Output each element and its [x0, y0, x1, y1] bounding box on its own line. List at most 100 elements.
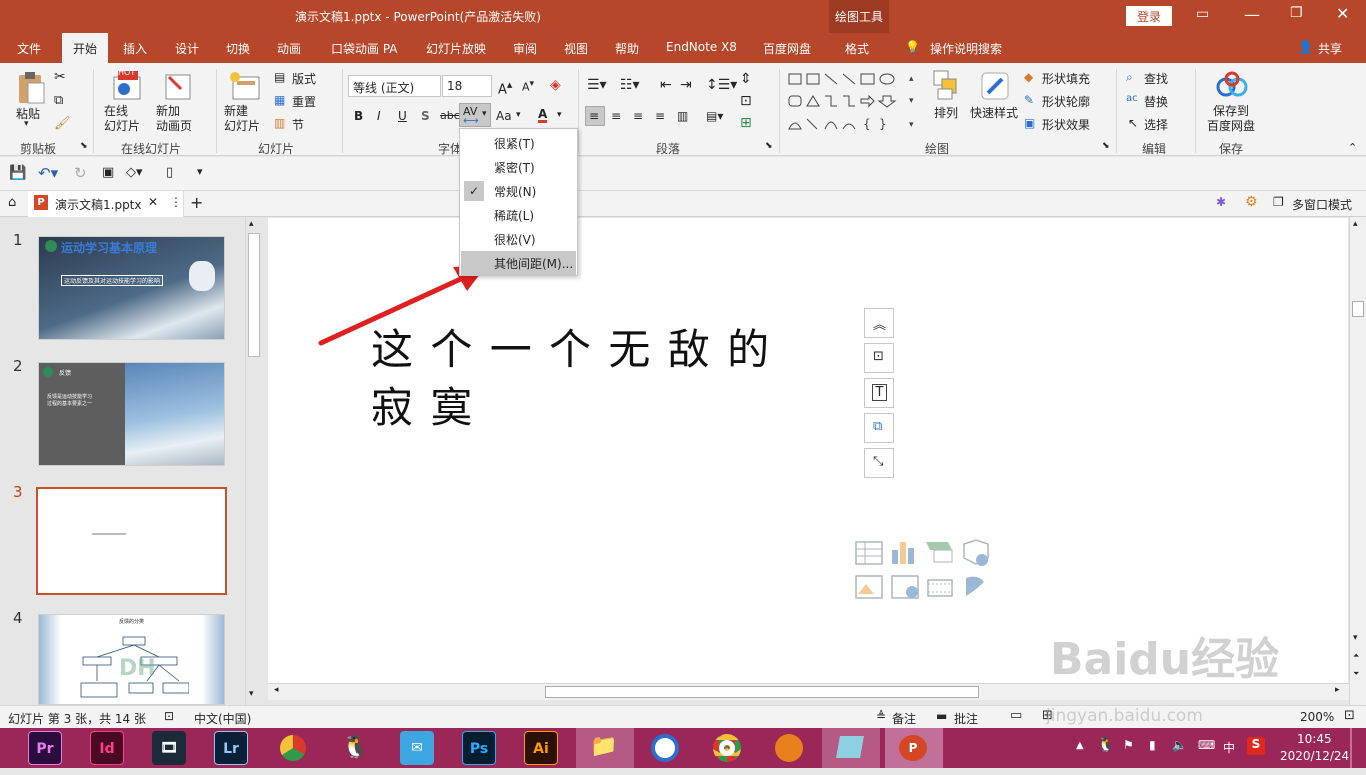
- new-animation-page-button[interactable]: 新加 动画页: [156, 104, 192, 134]
- minimize-icon[interactable]: —: [1244, 5, 1260, 24]
- ribbon-display-icon[interactable]: ▭: [1196, 6, 1209, 22]
- ime-mode[interactable]: 中: [1223, 739, 1235, 756]
- home-icon[interactable]: ⌂: [8, 195, 16, 210]
- font-size-combo[interactable]: 18: [442, 75, 492, 97]
- qq-tray-icon[interactable]: 🐧: [1097, 737, 1114, 753]
- drawing-launcher-icon[interactable]: ⬊: [1102, 141, 1110, 151]
- login-button[interactable]: 登录: [1126, 6, 1172, 26]
- character-spacing-button[interactable]: AV ⟷ ▾: [459, 103, 491, 127]
- powerpoint-tab[interactable]: P: [885, 728, 943, 768]
- spell-check-icon[interactable]: ⊡: [164, 709, 174, 723]
- new-animation-page-icon[interactable]: [163, 71, 193, 101]
- line-spacing-icon[interactable]: ↕☰▾: [706, 77, 737, 93]
- scroll-up-icon[interactable]: ▴: [1353, 219, 1358, 229]
- slide-thumbnail-2[interactable]: 反馈 反馈是运动技能学习 过程的基本要素之一: [38, 362, 225, 466]
- decrease-indent-icon[interactable]: ⇤: [660, 77, 672, 93]
- tab-animations[interactable]: 动画: [277, 40, 301, 57]
- customize-qat-icon[interactable]: ▾: [197, 165, 203, 178]
- menu-item-tight[interactable]: 紧密(T): [461, 155, 576, 179]
- tab-design[interactable]: 设计: [175, 40, 199, 57]
- multi-window-button[interactable]: 多窗口模式: [1292, 196, 1352, 213]
- scroll-thumb[interactable]: [545, 686, 979, 698]
- find-button[interactable]: 查找: [1144, 70, 1168, 87]
- sogou-icon[interactable]: S: [1247, 737, 1265, 755]
- clear-format-icon[interactable]: ◈: [550, 77, 561, 93]
- redo-icon[interactable]: ↻: [74, 164, 87, 182]
- illustrator-icon[interactable]: Ai: [524, 731, 558, 765]
- volume-icon[interactable]: 🔈: [1172, 738, 1187, 752]
- document-tab[interactable]: P 演示文稿1.pptx ✕ ⋮: [28, 191, 184, 217]
- notes-button[interactable]: 备注: [892, 710, 916, 727]
- format-painter-icon[interactable]: 🖌: [54, 116, 71, 131]
- clipboard-launcher-icon[interactable]: ⬊: [80, 141, 88, 151]
- previous-slide-icon[interactable]: ⏶: [1353, 651, 1359, 661]
- restore-icon[interactable]: ❐: [1290, 5, 1303, 21]
- new-slide-icon[interactable]: [229, 71, 261, 101]
- scroll-right-icon[interactable]: ▸: [1335, 685, 1340, 695]
- fit-to-window-icon[interactable]: ⊡: [1344, 708, 1355, 723]
- align-center-icon[interactable]: ≡: [611, 109, 621, 123]
- tab-baidu-netdisk[interactable]: 百度网盘: [763, 40, 811, 57]
- tab-format[interactable]: 格式: [845, 40, 869, 57]
- scroll-up-icon[interactable]: ▴: [249, 219, 254, 229]
- paste-icon[interactable]: [16, 71, 46, 105]
- settings-gear-icon[interactable]: ⚙: [1245, 194, 1258, 210]
- menu-item-loose[interactable]: 稀疏(L): [461, 203, 576, 227]
- slide-thumbnail-3[interactable]: [36, 487, 227, 595]
- scroll-thumb[interactable]: [1352, 301, 1364, 317]
- online-slide-button[interactable]: 在线 幻灯片: [104, 104, 140, 134]
- copy-icon[interactable]: ⧉: [54, 93, 63, 108]
- new-slide-button[interactable]: 新建 幻灯片: [224, 104, 260, 134]
- arrange-shapes-button[interactable]: ⧉: [864, 413, 894, 443]
- baidu-netdisk-icon[interactable]: [1216, 71, 1248, 99]
- align-right-icon[interactable]: ≡: [633, 109, 643, 123]
- columns-icon[interactable]: ▤▾: [706, 109, 723, 123]
- close-icon[interactable]: ✕: [1336, 4, 1349, 23]
- indesign-icon[interactable]: Id: [90, 731, 124, 765]
- smartart-icon[interactable]: ⊞: [740, 115, 752, 131]
- undo-icon[interactable]: ↶▾: [38, 164, 58, 182]
- browser-icon[interactable]: [648, 731, 682, 765]
- network-icon[interactable]: ⚑: [1123, 738, 1134, 752]
- messenger-icon[interactable]: ✉: [400, 731, 434, 765]
- tab-view[interactable]: 视图: [564, 40, 588, 57]
- save-to-baidu-button[interactable]: 保存到 百度网盘: [1207, 104, 1255, 134]
- video-editor-icon[interactable]: 🎞: [152, 731, 186, 765]
- lightroom-icon[interactable]: Lr: [214, 731, 248, 765]
- menu-item-more-spacing[interactable]: 其他间距(M)...: [461, 251, 576, 275]
- shapes-gallery[interactable]: {} ▴ ▾ ▾: [787, 71, 922, 133]
- scroll-thumb[interactable]: [248, 233, 260, 357]
- slide-thumbnail-4[interactable]: 反馈的分类 DH: [38, 614, 225, 705]
- chevron-down-icon[interactable]: ▾: [516, 110, 521, 120]
- section-button[interactable]: 节: [292, 116, 304, 133]
- menu-item-very-tight[interactable]: 很紧(T): [461, 131, 576, 155]
- music-icon[interactable]: [772, 731, 806, 765]
- shape-fill-button[interactable]: 形状填充: [1042, 70, 1090, 87]
- premiere-icon[interactable]: Pr: [28, 731, 62, 765]
- tab-transitions[interactable]: 切换: [226, 40, 250, 57]
- tab-review[interactable]: 审阅: [513, 40, 537, 57]
- share-button[interactable]: 共享: [1318, 40, 1342, 57]
- save-icon[interactable]: 💾: [9, 165, 26, 181]
- ime-icon[interactable]: ⌨: [1198, 738, 1215, 752]
- tell-me-search[interactable]: 操作说明搜索: [930, 40, 1002, 57]
- font-color-icon[interactable]: A: [538, 108, 548, 123]
- layout-button[interactable]: 版式: [292, 70, 316, 87]
- paragraph-launcher-icon[interactable]: ⬊: [765, 141, 773, 151]
- new-file-icon[interactable]: ▯: [166, 165, 173, 180]
- numbering-icon[interactable]: ☷▾: [620, 77, 640, 93]
- shape-outline-button[interactable]: 形状轮廓: [1042, 93, 1090, 110]
- replace-button[interactable]: 替换: [1144, 93, 1168, 110]
- file-explorer-tab[interactable]: 📁: [576, 728, 634, 768]
- font-name-combo[interactable]: 等线 (正文): [348, 75, 441, 97]
- tab-home[interactable]: 开始: [62, 33, 108, 63]
- new-tab-icon[interactable]: +: [190, 193, 203, 212]
- tab-slideshow[interactable]: 幻灯片放映: [426, 40, 486, 57]
- align-left-button[interactable]: ≡: [585, 106, 605, 126]
- position-button[interactable]: ⊡: [864, 343, 894, 373]
- bold-button[interactable]: B: [354, 109, 363, 123]
- reset-button[interactable]: 重置: [292, 93, 316, 110]
- slide-thumbnail-1[interactable]: 运动学习基本原理 运动反馈及其对运动技能学习的影响: [38, 236, 225, 340]
- change-case-button[interactable]: Aa: [496, 109, 512, 123]
- arrange-icon[interactable]: [932, 69, 962, 103]
